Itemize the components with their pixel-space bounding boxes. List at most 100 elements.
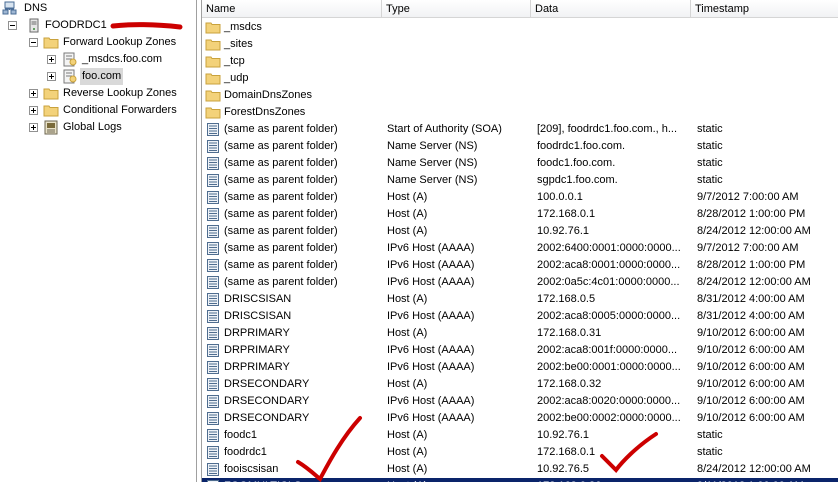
collapse-icon[interactable]: [29, 38, 38, 47]
cell-data: 2002:aca8:0005:0000:0000...: [537, 310, 681, 322]
table-row[interactable]: _sites: [202, 36, 838, 53]
cell-type: Name Server (NS): [387, 174, 478, 186]
cell-name: _msdcs: [224, 21, 262, 33]
cell-timestamp: 9/11/2012 1:00:00 AM: [697, 478, 837, 482]
expand-icon[interactable]: [47, 55, 56, 64]
folder-icon: [205, 22, 221, 34]
tree-node-conditional-forwarders[interactable]: Conditional Forwarders: [0, 102, 196, 119]
zone-icon: [63, 52, 77, 67]
column-header-timestamp[interactable]: Timestamp: [691, 0, 838, 18]
expand-icon[interactable]: [29, 106, 38, 115]
cell-type: Name Server (NS): [387, 157, 478, 169]
cell-data: 2002:aca8:0001:0000:0000...: [537, 259, 681, 271]
record-icon: [207, 429, 219, 442]
cell-type: Name Server (NS): [387, 140, 478, 152]
table-row[interactable]: foodc1 Host (A) 10.92.76.1 static: [202, 427, 838, 444]
column-header-type[interactable]: Type: [382, 0, 531, 18]
cell-timestamp: 9/10/2012 6:00:00 AM: [697, 378, 805, 390]
table-row[interactable]: (same as parent folder) Name Server (NS) f…: [202, 138, 838, 155]
expand-icon[interactable]: [29, 89, 38, 98]
folder-icon: [43, 37, 59, 49]
tree-node-reverse-lookup-zones[interactable]: Reverse Lookup Zones: [0, 85, 196, 102]
expand-icon[interactable]: [47, 72, 56, 81]
cell-data: sgpdc1.foo.com.: [537, 174, 618, 186]
table-row[interactable]: DRPRIMARY IPv6 Host (AAAA) 2002:aca8:001f:…: [202, 342, 838, 359]
record-icon: [207, 293, 219, 306]
expand-icon[interactable]: [29, 123, 38, 132]
column-header-name[interactable]: Name: [202, 0, 382, 18]
cell-name: (same as parent folder): [224, 259, 338, 271]
table-row[interactable]: _tcp: [202, 53, 838, 70]
table-row[interactable]: (same as parent folder) Start of Authorit…: [202, 121, 838, 138]
tree-node-global-logs[interactable]: Global Logs: [0, 119, 196, 136]
cell-timestamp: 8/24/2012 12:00:00 AM: [697, 276, 811, 288]
table-row[interactable]: (same as parent folder) IPv6 Host (AAAA) 2…: [202, 274, 838, 291]
table-row[interactable]: DRPRIMARY IPv6 Host (AAAA) 2002:be00:0001:…: [202, 359, 838, 376]
table-row[interactable]: _udp: [202, 70, 838, 87]
records-list[interactable]: Name Type Data Timestamp _msdcs _sites _tc…: [201, 0, 838, 482]
tree-label-reverse-lookup-zones: Reverse Lookup Zones: [63, 87, 177, 99]
cell-data: 100.0.0.1: [537, 191, 583, 203]
record-icon: [207, 242, 219, 255]
tree-node-msdcs-zone[interactable]: _msdcs.foo.com: [0, 51, 196, 68]
tree-label-conditional-forwarders: Conditional Forwarders: [63, 104, 177, 116]
cell-timestamp: 8/24/2012 12:00:00 AM: [697, 225, 811, 237]
table-row[interactable]: _msdcs: [202, 19, 838, 36]
table-row[interactable]: DRSECONDARY Host (A) 172.168.0.32 9/10/2012…: [202, 376, 838, 393]
tree-label-foo-com-zone: foo.com: [80, 68, 124, 85]
cell-timestamp: 9/7/2012 7:00:00 AM: [697, 191, 799, 203]
dns-icon: [2, 1, 17, 15]
tree-label-global-logs: Global Logs: [63, 121, 122, 133]
tree-node-foo-com-zone[interactable]: foo.com: [0, 68, 196, 85]
record-icon: [207, 344, 219, 357]
cell-type: Host (A): [387, 429, 428, 441]
table-row[interactable]: (same as parent folder) Host (A) 100.0.0.1…: [202, 189, 838, 206]
table-row[interactable]: DRSECONDARY IPv6 Host (AAAA) 2002:be00:000…: [202, 410, 838, 427]
tree-label-msdcs-zone: _msdcs.foo.com: [82, 53, 163, 65]
table-row[interactable]: DRPRIMARY Host (A) 172.168.0.31 9/10/2012 6…: [202, 325, 838, 342]
folder-icon: [43, 105, 59, 117]
cell-type: IPv6 Host (AAAA): [387, 276, 475, 288]
cell-data: 2002:aca8:001f:0000:0000...: [537, 344, 678, 356]
table-row[interactable]: DomainDnsZones: [202, 87, 838, 104]
console-tree[interactable]: DNS FOODRDC1 Forward Lookup Zones _msdcs…: [0, 0, 197, 482]
tree-node-forward-lookup-zones[interactable]: Forward Lookup Zones: [0, 34, 196, 51]
cell-data: 172.168.0.32: [537, 378, 602, 390]
cell-type: Host (A): [387, 463, 428, 475]
cell-timestamp: 9/10/2012 6:00:00 AM: [697, 412, 805, 424]
record-icon: [207, 259, 219, 272]
table-row[interactable]: fooiscsisan Host (A) 10.92.76.5 8/24/2012 1…: [202, 461, 838, 478]
table-row[interactable]: DRISCSISAN IPv6 Host (AAAA) 2002:aca8:0005…: [202, 308, 838, 325]
folder-icon: [205, 73, 221, 85]
cell-timestamp: 9/10/2012 6:00:00 AM: [697, 395, 805, 407]
cell-data: foodrdc1.foo.com.: [537, 140, 626, 152]
record-icon: [207, 310, 219, 323]
table-row[interactable]: DRISCSISAN Host (A) 172.168.0.5 8/31/2012 4…: [202, 291, 838, 308]
collapse-icon[interactable]: [8, 21, 17, 30]
table-row[interactable]: (same as parent folder) Name Server (NS) f…: [202, 155, 838, 172]
table-row[interactable]: (same as parent folder) IPv6 Host (AAAA) 2…: [202, 240, 838, 257]
table-row[interactable]: (same as parent folder) Host (A) 10.92.76.…: [202, 223, 838, 240]
table-row[interactable]: (same as parent folder) Host (A) 172.168.0…: [202, 206, 838, 223]
cell-timestamp: static: [697, 446, 723, 458]
column-header-data[interactable]: Data: [531, 0, 691, 18]
table-row[interactable]: ForestDnsZones: [202, 104, 838, 121]
table-row[interactable]: DRSECONDARY IPv6 Host (AAAA) 2002:aca8:002…: [202, 393, 838, 410]
table-row[interactable]: FOOMULTICLS Host (A) 172.168.0.36 9/11/2012…: [202, 478, 838, 482]
cell-timestamp: 8/24/2012 12:00:00 AM: [697, 463, 811, 475]
cell-name: (same as parent folder): [224, 225, 338, 237]
cell-type: Host (A): [387, 225, 428, 237]
cell-name: _udp: [224, 72, 249, 84]
table-row[interactable]: (same as parent folder) IPv6 Host (AAAA) 2…: [202, 257, 838, 274]
cell-timestamp: 8/28/2012 1:00:00 PM: [697, 259, 806, 271]
cell-name: (same as parent folder): [224, 123, 338, 135]
table-row[interactable]: foodrdc1 Host (A) 172.168.0.1 static: [202, 444, 838, 461]
cell-name: DRPRIMARY: [224, 344, 290, 356]
record-icon: [207, 208, 219, 221]
record-icon: [207, 463, 219, 476]
record-icon: [207, 123, 219, 136]
cell-type: Host (A): [387, 327, 428, 339]
cell-timestamp: 8/28/2012 1:00:00 PM: [697, 208, 806, 220]
cell-name: (same as parent folder): [224, 157, 338, 169]
table-row[interactable]: (same as parent folder) Name Server (NS) s…: [202, 172, 838, 189]
